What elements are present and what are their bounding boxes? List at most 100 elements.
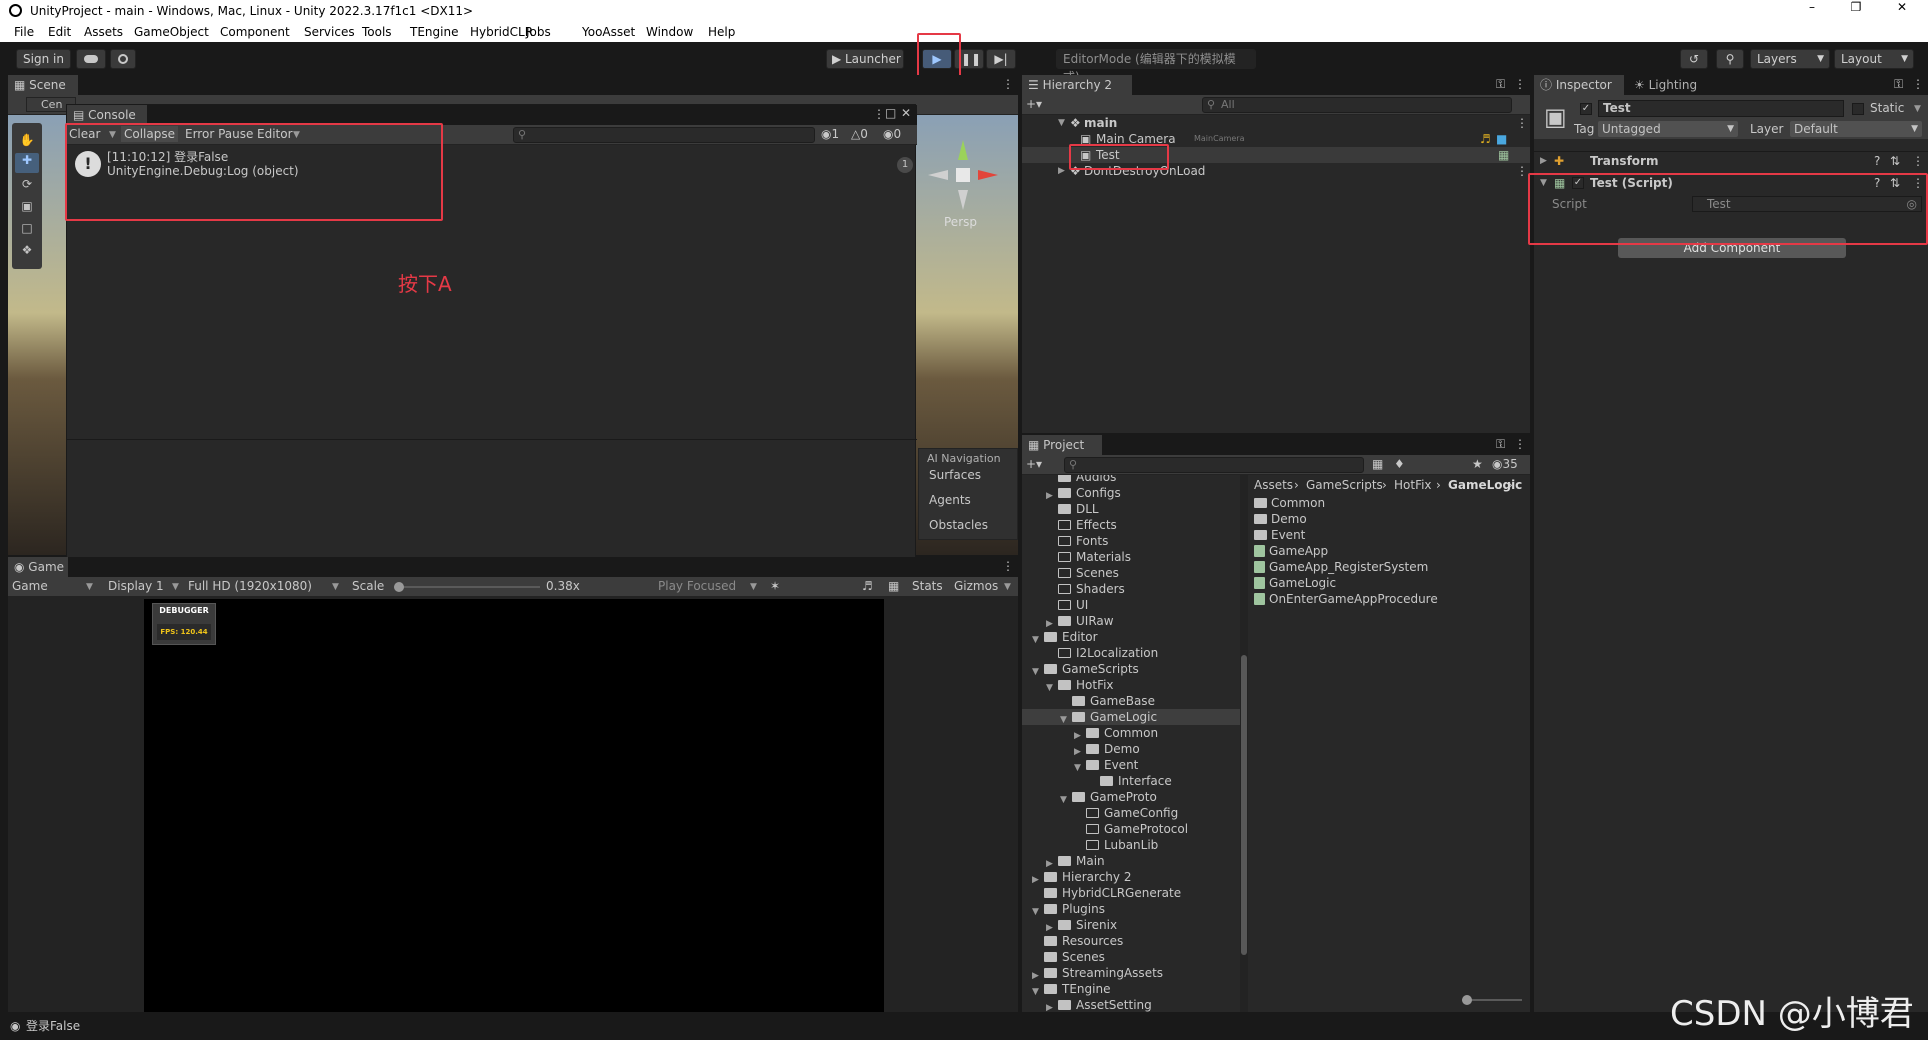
hidden-packages-count[interactable]: ◉35 — [1492, 456, 1518, 472]
debugger-widget[interactable]: DEBUGGER FPS: 120.44 — [152, 603, 216, 645]
search-button[interactable]: ⚲ — [1716, 49, 1744, 69]
scene-gizmo[interactable] — [918, 130, 1008, 220]
surfaces-item[interactable]: Surfaces — [929, 467, 981, 483]
close-icon[interactable]: ✕ — [1892, 0, 1912, 20]
more-icon[interactable]: ⋮ — [1002, 77, 1014, 91]
tab-console[interactable]: ▤ Console — [67, 105, 147, 125]
tree-item[interactable]: GameProtocol — [1022, 821, 1240, 837]
menu-item-tengine[interactable]: TEngine — [410, 25, 458, 39]
close-window-icon[interactable]: ✕ — [901, 106, 911, 120]
tree-item[interactable]: ▶ AssetSetting — [1022, 997, 1240, 1012]
layer-dropdown[interactable]: Default ▼ — [1790, 121, 1922, 137]
file-item[interactable]: Common — [1254, 495, 1325, 511]
tree-item[interactable]: ▶ Configs — [1022, 485, 1240, 501]
cloud-button[interactable] — [76, 49, 106, 69]
collab-button[interactable] — [110, 49, 136, 69]
tree-item[interactable]: HybridCLRGenerate — [1022, 885, 1240, 901]
layers-dropdown[interactable]: Layers ▼ — [1750, 49, 1830, 69]
minimize-icon[interactable]: – — [1802, 0, 1822, 20]
menu-item-services[interactable]: Services — [304, 25, 355, 39]
tree-item[interactable]: ▶ UIRaw — [1022, 613, 1240, 629]
tree-item[interactable]: ▶ Demo — [1022, 741, 1240, 757]
add-button[interactable]: +▾ — [1026, 96, 1042, 112]
resolution-dropdown[interactable]: Full HD (1920x1080) — [188, 578, 312, 594]
tree-item[interactable]: ▼ Event — [1022, 757, 1240, 773]
more-icon[interactable]: ⋮ — [1912, 77, 1924, 91]
tab-project[interactable]: ▦ Project — [1022, 435, 1102, 455]
step-button[interactable]: ▶| — [986, 49, 1016, 69]
obstacles-item[interactable]: Obstacles — [929, 517, 988, 533]
editor-mode-dropdown[interactable]: EditorMode (编辑器下的模拟模式) — [1056, 49, 1256, 84]
tree-item[interactable]: Interface — [1022, 773, 1240, 789]
tree-item[interactable]: Fonts — [1022, 533, 1240, 549]
tree-item[interactable]: Resources — [1022, 933, 1240, 949]
tree-scrollbar[interactable] — [1240, 475, 1248, 1012]
tree-item[interactable]: I2Localization — [1022, 645, 1240, 661]
sign-in-button[interactable]: Sign in — [16, 49, 71, 69]
chevron-down-icon[interactable]: ▼ — [1004, 582, 1011, 592]
tree-item[interactable]: Scenes — [1022, 949, 1240, 965]
menu-item-gameobject[interactable]: GameObject — [134, 25, 209, 39]
tree-item[interactable]: ▼ Editor — [1022, 629, 1240, 645]
menu-item-help[interactable]: Help — [708, 25, 735, 39]
file-item[interactable]: GameApp_RegisterSystem — [1254, 559, 1428, 575]
error-count-badge[interactable]: ◉0 — [883, 126, 901, 142]
file-item[interactable]: GameApp — [1254, 543, 1328, 559]
agents-item[interactable]: Agents — [929, 492, 971, 508]
tree-item[interactable]: ▼ GameLogic — [1022, 709, 1240, 725]
tree-item[interactable]: ▼ GameProto — [1022, 789, 1240, 805]
add-button[interactable]: +▾ — [1026, 456, 1042, 472]
chevron-down-icon[interactable]: ▼ — [86, 582, 93, 592]
chevron-down-icon[interactable]: ▼ — [332, 582, 339, 592]
lock-icon[interactable]: ⚿ — [1894, 77, 1903, 92]
tree-item[interactable]: ▶ Hierarchy 2 — [1022, 869, 1240, 885]
scale-slider[interactable] — [394, 582, 540, 592]
breadcrumb-item[interactable]: HotFix — [1394, 477, 1432, 493]
tree-item[interactable]: DLL — [1022, 501, 1240, 517]
stats-button[interactable]: Stats — [912, 578, 943, 594]
tree-item[interactable]: GameConfig — [1022, 805, 1240, 821]
tree-item[interactable]: ▼ Plugins — [1022, 901, 1240, 917]
file-item[interactable]: OnEnterGameAppProcedure — [1254, 591, 1438, 607]
breadcrumb-item[interactable]: GameScripts — [1306, 477, 1383, 493]
display-dropdown[interactable]: Display 1 — [108, 578, 164, 594]
tab-inspector[interactable]: ⓘ Inspector — [1534, 75, 1624, 95]
help-icon[interactable]: ? — [1874, 153, 1880, 169]
lock-icon[interactable]: ⚿ — [1496, 437, 1505, 452]
static-checkbox[interactable] — [1852, 103, 1864, 115]
tree-item[interactable]: ▶ Sirenix — [1022, 917, 1240, 933]
tree-item[interactable]: ▼ GameScripts — [1022, 661, 1240, 677]
status-message[interactable]: 登录False — [26, 1018, 80, 1034]
tree-item[interactable]: ▶ Main — [1022, 853, 1240, 869]
hierarchy-search-input[interactable]: ⚲ All — [1202, 97, 1512, 113]
expand-right-icon[interactable]: ▶ — [1046, 1000, 1053, 1012]
preset-icon[interactable]: ⇅ — [1890, 153, 1900, 169]
info-count-badge[interactable]: ◉1 — [821, 126, 839, 142]
search-by-type-icon[interactable]: ▦ — [1372, 456, 1383, 472]
scale-slider-handle[interactable] — [394, 582, 404, 592]
chevron-down-icon[interactable]: ▼ — [750, 582, 757, 592]
hand-tool-icon[interactable]: ✋ — [17, 133, 37, 151]
menu-item-hybridclr[interactable]: HybridCLR — [470, 25, 533, 39]
warning-count-badge[interactable]: △0 — [851, 126, 868, 142]
console-search-input[interactable]: ⚲ — [513, 127, 815, 143]
icon-size-slider[interactable] — [1462, 995, 1522, 1005]
rect-tool-icon[interactable]: □ — [17, 221, 37, 239]
stats-grid-icon[interactable]: ▦ — [888, 578, 899, 594]
tree-item[interactable]: Audios — [1022, 475, 1240, 485]
more-icon[interactable]: ⋮ — [1912, 153, 1924, 169]
gizmos-dropdown[interactable]: Gizmos — [954, 578, 998, 594]
mute-audio-icon[interactable]: ♬ — [862, 578, 873, 594]
menu-item-file[interactable]: File — [14, 25, 34, 39]
tree-item[interactable]: Effects — [1022, 517, 1240, 533]
expand-right-icon[interactable]: ▶ — [1540, 156, 1547, 166]
tab-scene[interactable]: ▦ Scene — [8, 75, 78, 95]
hierarchy-row-main[interactable]: ▼ ❖ main ⋮ — [1022, 115, 1530, 131]
tree-item[interactable]: ▶ Common — [1022, 725, 1240, 741]
play-focused-dropdown[interactable]: Play Focused — [658, 578, 736, 594]
maximize-window-icon[interactable]: □ — [885, 106, 896, 120]
history-button[interactable]: ↺ — [1680, 49, 1708, 69]
transform-tool-icon[interactable]: ❖ — [17, 243, 37, 261]
file-item[interactable]: Demo — [1254, 511, 1307, 527]
tree-item[interactable]: LubanLib — [1022, 837, 1240, 853]
